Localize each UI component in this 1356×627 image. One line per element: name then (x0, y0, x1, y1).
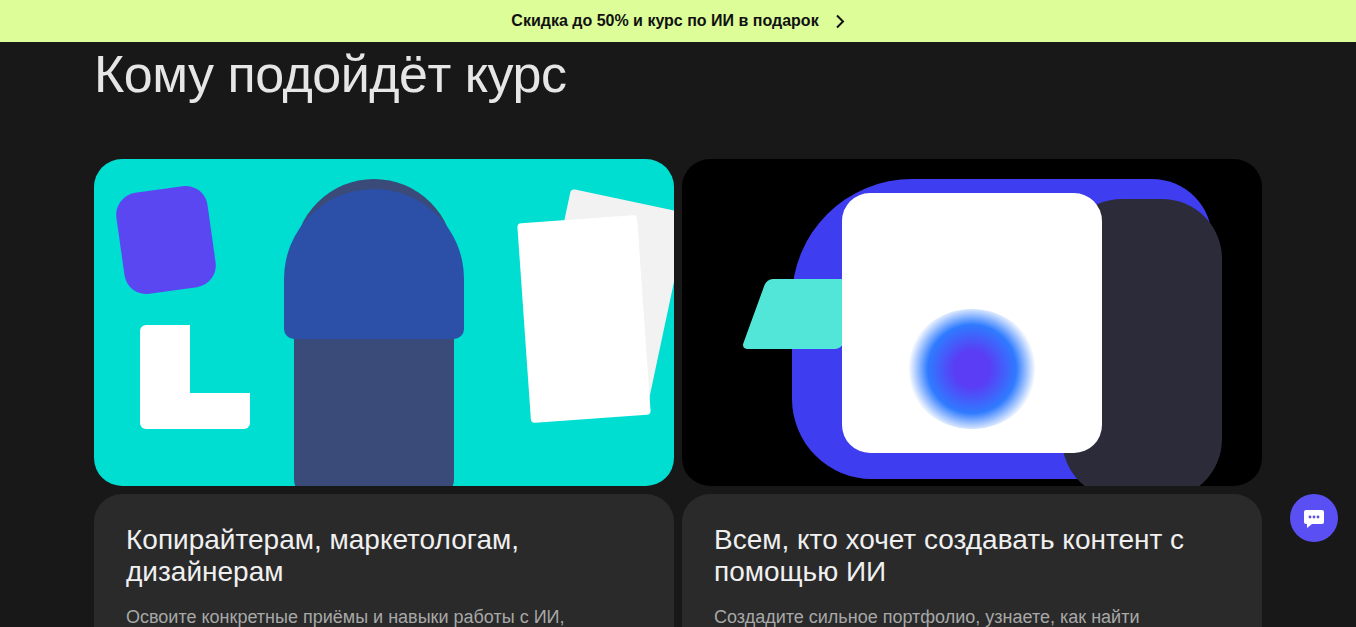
decor-shape (517, 215, 651, 423)
decor-shape (113, 183, 218, 297)
audience-card[interactable]: Всем, кто хочет создавать контент с помо… (678, 159, 1266, 627)
card-text: Создадите сильное портфолио, узнаете, ка… (714, 605, 1230, 627)
card-title: Всем, кто хочет создавать контент с помо… (714, 524, 1230, 588)
chat-bubble-icon (1302, 506, 1326, 530)
decor-shape (140, 325, 250, 429)
chevron-right-icon (835, 14, 845, 29)
card-text: Освоите конкретные приёмы и навыки работ… (126, 605, 642, 627)
audience-card[interactable]: Копирайтерам, маркетологам, дизайнерам Ос… (90, 159, 678, 627)
card-body-box: Копирайтерам, маркетологам, дизайнерам Ос… (94, 494, 674, 627)
promo-text: Скидка до 50% и курс по ИИ в подарок (511, 9, 818, 33)
cards-row: Копирайтерам, маркетологам, дизайнерам Ос… (90, 151, 1266, 627)
card-image (682, 159, 1262, 486)
decor-shape (907, 309, 1037, 429)
promo-banner[interactable]: Скидка до 50% и курс по ИИ в подарок (0, 0, 1356, 42)
section-title: Кому подойдёт курс (94, 46, 1262, 103)
card-body-box: Всем, кто хочет создавать контент с помо… (682, 494, 1262, 627)
card-title: Копирайтерам, маркетологам, дизайнерам (126, 524, 642, 588)
card-image (94, 159, 674, 486)
content: Кому подойдёт курс Копирайтерам, маркетол… (90, 46, 1266, 627)
chat-button[interactable] (1290, 494, 1338, 542)
